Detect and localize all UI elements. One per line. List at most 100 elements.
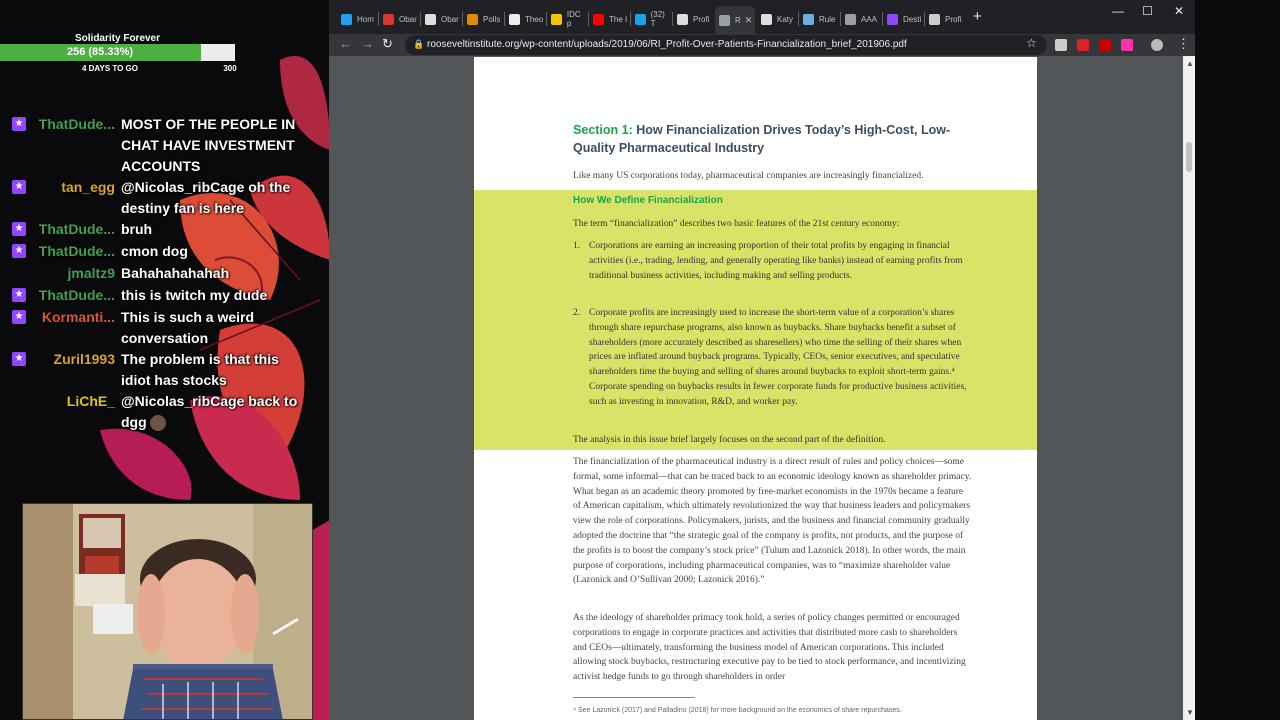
goal-count: 256 (85.33%)	[66, 46, 134, 58]
maximize-button[interactable]: ☐	[1142, 4, 1153, 18]
chat-username[interactable]: ThatDude...	[26, 241, 121, 262]
scroll-up-icon[interactable]: ▲	[1186, 59, 1194, 68]
globe-icon	[845, 13, 856, 25]
stream-overlay: Solidarity Forever 256 (85.33%) 4 DAYS T…	[0, 0, 330, 720]
bookmark-star-icon[interactable]: ☆	[1026, 36, 1037, 50]
scroll-thumb[interactable]	[1186, 142, 1192, 172]
chat-text: Bahahahahahah	[121, 265, 230, 281]
tab[interactable]: The I	[589, 8, 629, 30]
twitch-icon	[887, 13, 898, 25]
ublock-icon[interactable]	[1077, 39, 1089, 51]
chat-username[interactable]: ThatDude...	[26, 114, 121, 135]
tab[interactable]: Theo	[505, 8, 545, 30]
minimize-button[interactable]: —	[1112, 4, 1124, 18]
browser-toolbar: ← → ↻ 🔒 rooseveltinstitute.org/wp-conten…	[329, 34, 1195, 56]
tab-label: Obar	[399, 14, 417, 24]
goal-title: Solidarity Forever	[74, 33, 161, 44]
scroll-down-icon[interactable]: ▼	[1186, 708, 1194, 717]
tab-label: AAA	[861, 14, 878, 24]
profile-avatar[interactable]	[1151, 39, 1163, 51]
webcam-feed	[22, 503, 313, 720]
new-tab-button[interactable]: +	[973, 8, 982, 25]
chat-text: bruh	[121, 221, 153, 237]
tab[interactable]: Obar	[379, 8, 419, 30]
wikipedia-icon	[509, 13, 520, 25]
news-icon	[383, 13, 394, 25]
tab[interactable]: Polls	[463, 8, 503, 30]
chat-username[interactable]: Zuril1993	[26, 349, 121, 370]
chat-text: This is such a weird conversation	[121, 309, 255, 346]
tab-label: Rule	[819, 14, 836, 24]
tab-label: Hom	[357, 14, 374, 24]
tab-label: Polls	[483, 14, 501, 24]
section-label: Section 1:	[573, 123, 633, 137]
chat-username[interactable]: tan_egg	[26, 177, 121, 198]
nyt-icon	[425, 13, 436, 25]
subscriber-badge-icon: ★	[12, 288, 26, 302]
goal-progress-bar: 256 (85.33%)	[0, 44, 235, 61]
extension-icon[interactable]	[1121, 39, 1133, 51]
forward-button[interactable]: →	[361, 36, 374, 51]
body-paragraph: The financialization of the pharmaceutic…	[573, 457, 972, 586]
extension-icon[interactable]	[1055, 39, 1067, 51]
chat-text: MOST OF THE PEOPLE IN CHAT HAVE INVESTME…	[121, 116, 296, 174]
tab-label: Obar	[441, 14, 459, 24]
tab[interactable]: R ✕	[715, 6, 755, 34]
tab-strip: — ☐ ✕ Hom Obar Obar Polls Theo IDC p The I (32)…	[329, 0, 1195, 34]
pdf-extension-icon[interactable]	[1099, 39, 1111, 51]
tab[interactable]: Profi	[925, 8, 965, 30]
intro-sentence: Like many US corporations today, pharmac…	[573, 171, 924, 181]
tab[interactable]: IDC p	[547, 8, 587, 30]
roosevelt-icon	[761, 13, 772, 25]
tab[interactable]: Obar	[421, 8, 461, 30]
chat-username[interactable]: ThatDude...	[26, 285, 121, 306]
footnote-rule	[573, 697, 695, 698]
tab-label: IDC p	[566, 10, 581, 28]
list-item: Corporations are earning an increasing p…	[589, 241, 963, 281]
subscriber-badge-icon: ★	[12, 117, 26, 131]
tab-label: Profi	[693, 14, 710, 24]
chat-username[interactable]: Kormanti...	[26, 307, 121, 328]
tab[interactable]: Desti	[883, 8, 923, 30]
subscriber-badge-icon: ★	[12, 180, 26, 194]
close-window-button[interactable]: ✕	[1174, 4, 1184, 18]
chat-text: this is twitch my dude	[121, 287, 268, 303]
tab-label: Desti	[903, 14, 922, 24]
reload-button[interactable]: ↻	[382, 36, 393, 52]
chat-username[interactable]: jmaltz9	[26, 263, 121, 284]
chat-message: ★ Zuril1993 The problem is that this idiot…	[0, 349, 320, 391]
subscriber-badge-icon: ★	[12, 244, 26, 258]
tab-label: Theo	[525, 14, 544, 24]
tab[interactable]: Profi	[673, 8, 713, 30]
tab[interactable]: Katy	[757, 8, 797, 30]
chat-message: ★ Kormanti... This is such a weird convers…	[0, 307, 320, 349]
tab-label: R	[735, 15, 741, 25]
list-number: 1.	[573, 241, 581, 251]
tab[interactable]: AAA	[841, 8, 881, 30]
chat-username[interactable]: LiChE_	[26, 391, 121, 412]
tab[interactable]: Hom	[337, 8, 377, 30]
list-number: 2.	[573, 308, 581, 318]
chat-text: The problem is that this idiot has stock…	[121, 351, 279, 388]
subscriber-badge-icon: ★	[12, 352, 26, 366]
box-title: How We Define Financialization	[573, 195, 723, 206]
goal-target: 300	[223, 64, 237, 73]
back-button[interactable]: ←	[339, 36, 352, 51]
subscriber-badge-icon: ★	[12, 222, 26, 236]
close-tab-icon[interactable]: ✕	[745, 15, 753, 26]
subscriber-badge-icon: ★	[12, 310, 26, 324]
box-conclusion: The analysis in this issue brief largely…	[573, 435, 886, 445]
tab-label: Katy	[777, 14, 794, 24]
tab[interactable]: Rule	[799, 8, 839, 30]
tab-label: (32) T	[650, 10, 665, 28]
vertical-scrollbar[interactable]: ▲ ▼	[1183, 56, 1195, 720]
browser-window: — ☐ ✕ Hom Obar Obar Polls Theo IDC p The I (32)…	[329, 0, 1195, 720]
address-bar[interactable]: 🔒 rooseveltinstitute.org/wp-content/uplo…	[405, 35, 1047, 55]
menu-kebab-icon[interactable]: ⋮	[1177, 36, 1190, 52]
chat-message: ★LiChE_@Nicolas_ribCage back to dgg	[0, 391, 320, 433]
polls-icon	[467, 13, 478, 25]
chat-username[interactable]: ThatDude...	[26, 219, 121, 240]
chat-log: ★ ThatDude... MOST OF THE PEOPLE IN CHAT H…	[0, 114, 320, 433]
tab-label: Profi	[945, 14, 962, 24]
tab[interactable]: (32) T	[631, 8, 671, 30]
